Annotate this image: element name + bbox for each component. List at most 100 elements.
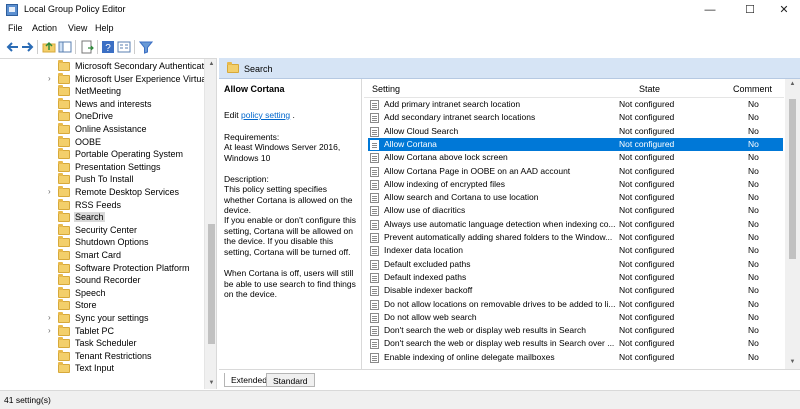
policy-row[interactable]: Default excluded paths Not configured No [368, 258, 783, 271]
tree-item[interactable]: NetMeeting [0, 85, 204, 99]
scroll-up-icon[interactable]: ▲ [788, 81, 797, 87]
tree-item[interactable]: Task Scheduler [0, 337, 204, 351]
description-panel: Allow Cortana Edit policy setting . Requ… [219, 79, 362, 369]
policy-tree-pane: Microsoft Secondary Authenticatio › Micros… [0, 58, 217, 389]
minimize-button[interactable]: — [692, 0, 728, 20]
policy-setting-icon [370, 206, 379, 217]
edit-policy-line: Edit policy setting . [224, 110, 295, 120]
cell-state: Not configured [619, 165, 675, 176]
tree-item[interactable]: Security Center [0, 223, 204, 238]
cell-state: Not configured [619, 205, 675, 216]
tree-item-label: Speech [75, 287, 106, 298]
tree-item[interactable]: › Sync your settings [0, 312, 204, 326]
folder-icon [58, 362, 70, 374]
tree-scrollbar[interactable]: ▲ ▼ [204, 59, 216, 389]
policy-row[interactable]: Allow Cloud Search Not configured No [368, 125, 783, 138]
menu-file[interactable]: File [8, 23, 23, 33]
policy-row[interactable]: Indexer data location Not configured No [368, 244, 783, 257]
export-list-icon[interactable] [80, 40, 94, 54]
tree-item[interactable]: Presentation Settings [0, 160, 204, 175]
tree-item[interactable]: OOBE [0, 135, 204, 150]
back-arrow-icon[interactable] [6, 40, 20, 54]
expand-arrow-icon[interactable]: › [48, 313, 51, 322]
policy-row[interactable]: Don't search the web or display web resu… [368, 324, 783, 337]
expand-arrow-icon[interactable]: › [48, 326, 51, 335]
filter-icon[interactable] [139, 40, 153, 54]
menu-help[interactable]: Help [95, 23, 114, 33]
policy-row[interactable]: Do not allow web search Not configured No [368, 311, 783, 324]
tree-item[interactable]: Smart Card [0, 249, 204, 263]
policy-row[interactable]: Disable indexer backoff Not configured No [368, 284, 783, 297]
tree-item[interactable]: Online Assistance [0, 123, 204, 137]
policy-row[interactable]: Allow use of diacritics Not configured No [368, 204, 783, 217]
policy-row[interactable]: Do not allow locations on removable driv… [368, 298, 783, 311]
help-icon[interactable]: ? [101, 40, 115, 54]
policy-row[interactable]: Always use automatic language detection … [368, 218, 783, 231]
toolbar-separator [134, 40, 135, 54]
maximize-button[interactable]: ☐ [732, 0, 768, 20]
tree-item[interactable]: Shutdown Options [0, 236, 204, 250]
scroll-down-icon[interactable]: ▼ [207, 380, 216, 386]
policy-row[interactable]: Add secondary intranet search locations N… [368, 111, 783, 124]
tree-scrollbar-thumb[interactable] [208, 224, 215, 344]
policy-setting-icon [370, 299, 379, 310]
properties-icon[interactable] [117, 40, 131, 54]
policy-row[interactable]: Enable indexing of online delegate mailb… [368, 351, 783, 364]
tree-item-label: Portable Operating System [75, 149, 184, 160]
tree-item[interactable]: Push To Install [0, 173, 204, 187]
policy-row[interactable]: Allow Cortana Not configured No [368, 137, 783, 152]
cell-comment: No [748, 338, 759, 349]
policy-row[interactable]: Allow Cortana above lock screen Not confi… [368, 151, 783, 164]
up-folder-icon[interactable] [42, 40, 56, 54]
expand-arrow-icon[interactable]: › [48, 187, 51, 196]
column-header-comment[interactable]: Comment [733, 84, 772, 94]
description-paragraph: If you enable or don't configure this se… [224, 215, 357, 257]
policy-row[interactable]: Allow search and Cortana to use location… [368, 191, 783, 204]
tree-item[interactable]: Search [0, 211, 204, 225]
tree-item[interactable]: › Tablet PC [0, 324, 204, 339]
cell-setting: Allow use of diacritics [384, 205, 466, 216]
tree-item[interactable]: Tenant Restrictions [0, 349, 204, 364]
folder-icon [58, 85, 70, 97]
expand-arrow-icon[interactable]: › [48, 74, 51, 83]
edit-policy-link[interactable]: policy setting [241, 110, 290, 120]
scroll-down-icon[interactable]: ▼ [788, 359, 797, 365]
tree-item[interactable]: › Microsoft User Experience Virtualiz [0, 72, 215, 87]
policy-row[interactable]: Default indexed paths Not configured No [368, 271, 783, 284]
forward-arrow-icon[interactable] [20, 40, 34, 54]
cell-setting: Always use automatic language detection … [384, 218, 616, 229]
policy-row[interactable]: Allow Cortana Page in OOBE on an AAD acc… [368, 165, 783, 178]
tree-item[interactable]: › Remote Desktop Services [0, 186, 204, 200]
tree-item-label: Task Scheduler [75, 338, 137, 349]
column-header-state[interactable]: State [639, 84, 660, 94]
policy-row[interactable]: Add primary intranet search location Not … [368, 98, 783, 111]
tree-item[interactable]: Store [0, 299, 204, 313]
column-header-setting[interactable]: Setting [372, 84, 400, 94]
policy-row[interactable]: Allow indexing of encrypted files Not con… [368, 178, 783, 191]
tree-item[interactable]: Microsoft Secondary Authenticatio [0, 60, 211, 74]
cell-setting: Don't search the web or display web resu… [384, 325, 586, 336]
policy-setting-icon [370, 352, 379, 363]
tree-item[interactable]: Software Protection Platform [0, 261, 204, 276]
tree-item[interactable]: RSS Feeds [0, 198, 204, 213]
policy-row[interactable]: Prevent automatically adding shared fold… [368, 231, 783, 244]
close-button[interactable]: ✕ [766, 0, 800, 20]
scroll-up-icon[interactable]: ▲ [207, 61, 216, 67]
list-scrollbar-thumb[interactable] [789, 99, 796, 259]
tree-item-label: Sync your settings [75, 313, 149, 323]
cell-setting: Add primary intranet search location [384, 99, 521, 109]
tree-item[interactable]: Speech [0, 286, 204, 301]
list-scrollbar[interactable]: ▲ ▼ [785, 79, 800, 369]
cell-state: Not configured [619, 311, 675, 322]
show-hide-tree-icon[interactable] [58, 40, 72, 54]
menu-action[interactable]: Action [32, 23, 57, 33]
tab-standard[interactable]: Standard [266, 373, 315, 387]
tree-item[interactable]: OneDrive [0, 110, 204, 124]
tree-item[interactable]: Portable Operating System [0, 148, 204, 162]
tree-item[interactable]: Sound Recorder [0, 274, 204, 288]
tree-item[interactable]: News and interests [0, 97, 204, 112]
policy-title: Allow Cortana [224, 84, 285, 94]
tree-item[interactable]: Text Input [0, 362, 204, 376]
menu-view[interactable]: View [68, 23, 87, 33]
policy-row[interactable]: Don't search the web or display web resu… [368, 337, 783, 350]
